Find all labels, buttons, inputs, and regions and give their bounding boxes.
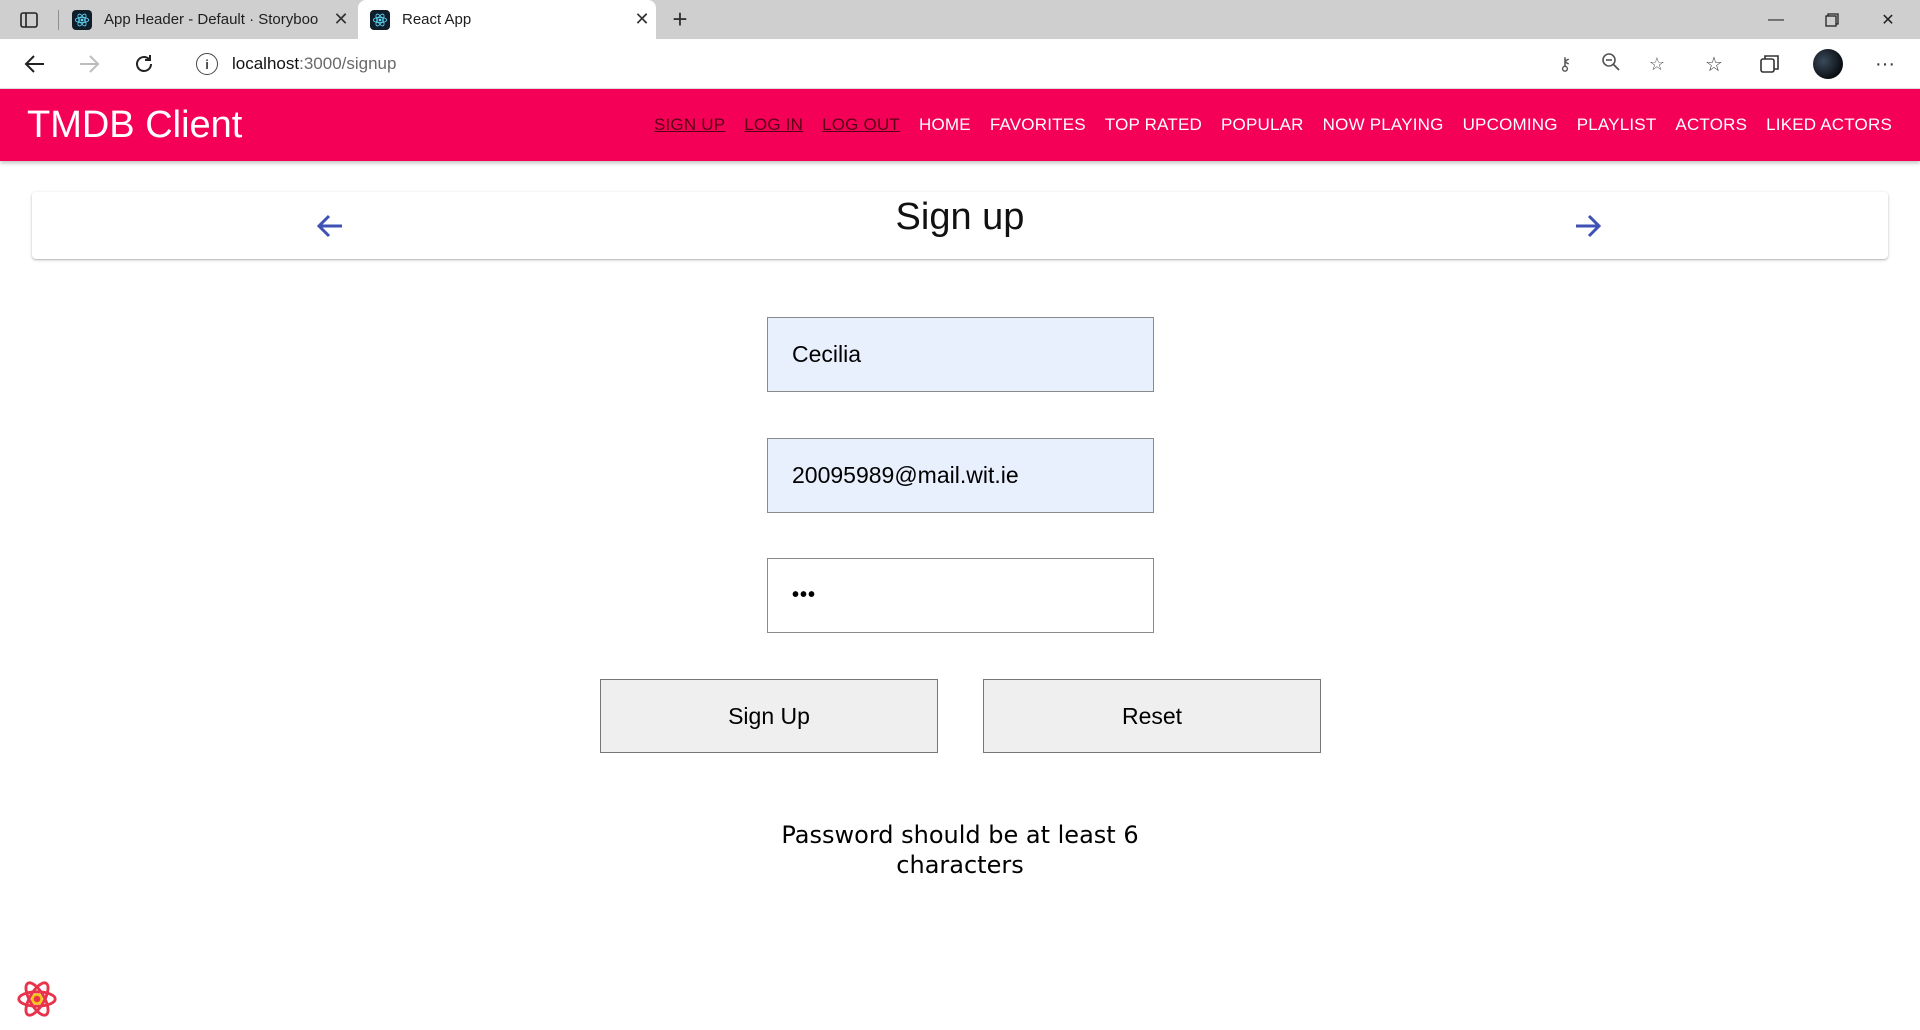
collections-icon[interactable]	[1750, 49, 1790, 79]
close-window-icon[interactable]: ✕	[1860, 0, 1916, 39]
arrow-forward-icon[interactable]	[1568, 206, 1608, 246]
page-header-card: Sign up	[32, 192, 1888, 259]
nav-now-playing[interactable]: NOW PLAYING	[1323, 115, 1444, 135]
add-favorite-icon[interactable]: ☆	[1634, 54, 1680, 75]
react-favicon-icon	[72, 9, 92, 30]
close-tab-icon[interactable]: ✕	[628, 9, 656, 30]
key-icon[interactable]: ⚷	[1542, 54, 1588, 75]
nav-playlist[interactable]: PLAYLIST	[1577, 115, 1657, 135]
tab-title: App Header - Default · Storyboo	[104, 11, 319, 28]
app-title: TMDB Client	[27, 104, 243, 146]
error-message: Password should be at least 6 characters	[760, 820, 1160, 880]
nav-log-out[interactable]: LOG OUT	[822, 115, 900, 135]
address-bar[interactable]: i localhost:3000/signup ⚷ ☆	[180, 44, 1680, 84]
name-input[interactable]: Cecilia	[767, 317, 1154, 392]
app-header: TMDB Client SIGN UP LOG IN LOG OUT HOME …	[0, 89, 1920, 161]
browser-tab-strip: App Header - Default · Storyboo ✕ React …	[0, 0, 1920, 39]
minimize-icon[interactable]: —	[1748, 0, 1804, 39]
react-favicon-icon	[370, 9, 390, 30]
browser-tab-react-app[interactable]: React App ✕	[358, 0, 656, 39]
password-input[interactable]: •••	[767, 558, 1154, 633]
nav-liked-actors[interactable]: LIKED ACTORS	[1766, 115, 1892, 135]
tab-separator	[58, 10, 59, 30]
url-path: :3000/signup	[299, 54, 397, 73]
url-host: localhost	[232, 54, 300, 73]
nav-sign-up[interactable]: SIGN UP	[654, 115, 725, 135]
reset-button[interactable]: Reset	[983, 679, 1321, 753]
restore-icon[interactable]	[1804, 0, 1860, 39]
header-nav: SIGN UP LOG IN LOG OUT HOME FAVORITES TO…	[635, 89, 1892, 161]
new-tab-icon[interactable]: +	[666, 6, 694, 34]
nav-upcoming[interactable]: UPCOMING	[1463, 115, 1558, 135]
zoom-out-icon[interactable]	[1588, 52, 1634, 77]
favorites-icon[interactable]: ☆	[1694, 49, 1734, 79]
nav-popular[interactable]: POPULAR	[1221, 115, 1304, 135]
profile-avatar[interactable]	[1808, 49, 1848, 79]
forward-icon[interactable]	[73, 49, 105, 79]
nav-actors[interactable]: ACTORS	[1675, 115, 1747, 135]
site-info-icon[interactable]: i	[196, 53, 218, 75]
close-tab-icon[interactable]: ✕	[327, 9, 355, 30]
nav-log-in[interactable]: LOG IN	[744, 115, 803, 135]
error-message-line: characters	[896, 851, 1024, 879]
tab-actions-icon[interactable]	[14, 9, 44, 31]
nav-top-rated[interactable]: TOP RATED	[1105, 115, 1202, 135]
back-icon[interactable]	[19, 49, 51, 79]
browser-toolbar: i localhost:3000/signup ⚷ ☆ ☆ ···	[0, 39, 1920, 89]
sign-up-button[interactable]: Sign Up	[600, 679, 938, 753]
browser-tab-storybook[interactable]: App Header - Default · Storyboo ✕	[60, 0, 355, 39]
react-devtools-icon[interactable]	[14, 976, 60, 1022]
tab-title: React App	[402, 11, 472, 28]
error-message-line: Password should be at least 6	[781, 821, 1139, 849]
page-title: Sign up	[895, 196, 1025, 238]
nav-favorites[interactable]: FAVORITES	[990, 115, 1086, 135]
more-menu-icon[interactable]: ···	[1865, 49, 1905, 79]
nav-home[interactable]: HOME	[919, 115, 971, 135]
email-input[interactable]: 20095989@mail.wit.ie	[767, 438, 1154, 513]
refresh-icon[interactable]	[128, 49, 160, 79]
avatar	[1813, 49, 1843, 79]
